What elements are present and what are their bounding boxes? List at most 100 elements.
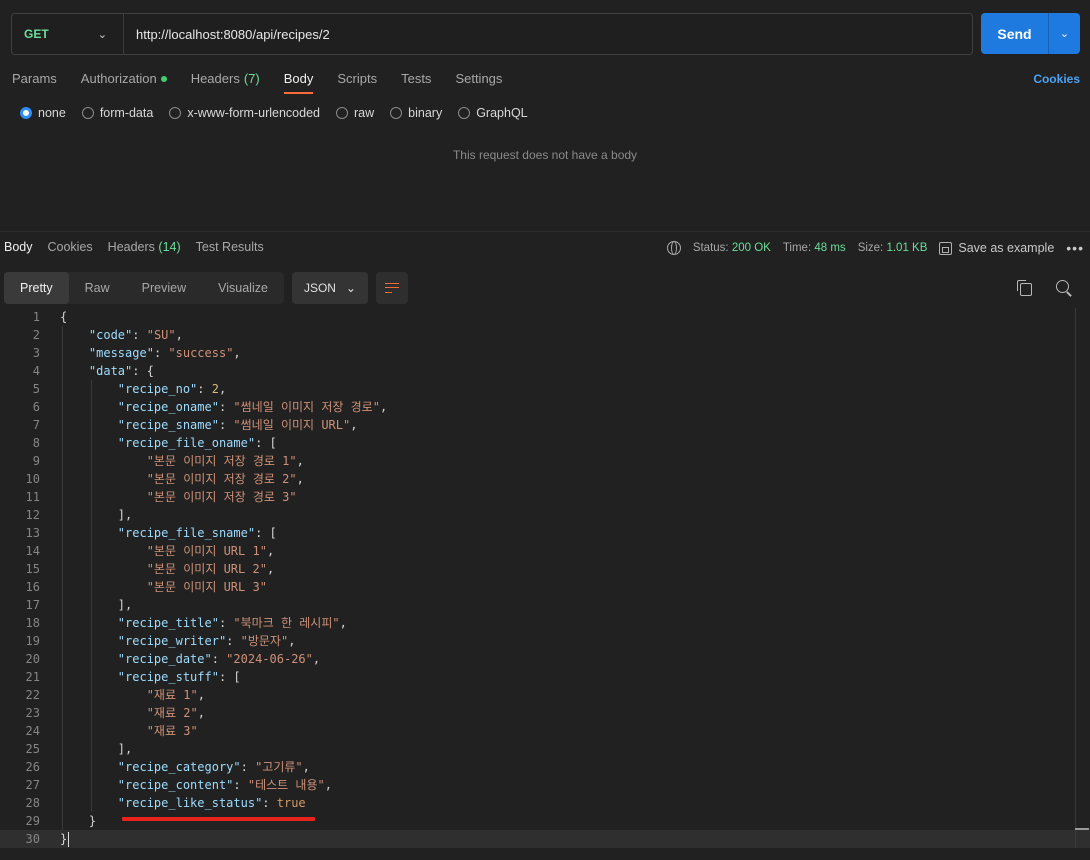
line-number: 8	[32, 436, 40, 450]
send-options-button[interactable]: ⌄	[1048, 13, 1080, 54]
response-tab-body[interactable]: Body	[4, 240, 33, 254]
tab-body[interactable]: Body	[283, 62, 314, 94]
tab-label: Authorization	[80, 71, 157, 86]
radio-label: x-www-form-urlencoded	[187, 106, 320, 120]
status-info[interactable]: Status: 200 OK	[693, 242, 771, 254]
code-line: 21 "recipe_stuff": [	[0, 668, 1090, 686]
line-number: 3	[32, 346, 40, 360]
tab-label: Tests	[401, 71, 432, 86]
line-number: 6	[32, 400, 40, 414]
code-text: "재료 1",	[146, 688, 205, 702]
body-type-radio-group: none form-data x-www-form-urlencoded raw…	[20, 106, 528, 120]
code-line: 18 "recipe_title": "북마크 한 레시피",	[0, 614, 1090, 632]
cookies-link[interactable]: Cookies	[1033, 62, 1080, 86]
code-line: 24 "재료 3"	[0, 722, 1090, 740]
wrap-lines-button[interactable]	[375, 272, 408, 304]
code-text: "재료 2",	[146, 706, 205, 720]
response-tab-cookies[interactable]: Cookies	[48, 240, 93, 254]
pane-divider[interactable]	[0, 231, 1090, 232]
radio-selected-icon	[20, 107, 32, 119]
wrap-icon	[384, 282, 399, 294]
search-icon[interactable]	[1056, 280, 1072, 296]
radio-label: form-data	[99, 106, 154, 120]
send-button[interactable]: Send	[981, 13, 1048, 54]
copy-icon[interactable]	[1017, 280, 1032, 296]
tab-tests[interactable]: Tests	[401, 62, 431, 94]
radio-icon	[169, 107, 182, 119]
more-icon[interactable]: •••	[1066, 240, 1084, 256]
radio-none[interactable]: none	[20, 106, 66, 120]
code-text: ],	[117, 508, 133, 522]
code-text: "recipe_no": 2,	[117, 382, 227, 396]
save-as-example-button[interactable]: Save as example	[939, 241, 1054, 255]
code-text: "recipe_stuff": [	[117, 670, 241, 684]
size-info[interactable]: Size: 1.01 KB	[858, 242, 928, 254]
code-line: 5 "recipe_no": 2,	[0, 380, 1090, 398]
radio-icon	[390, 107, 403, 119]
code-text: }	[60, 832, 70, 847]
code-text: "recipe_content": "테스트 내용",	[117, 778, 332, 792]
method-label: GET	[24, 27, 49, 41]
tab-label: Body	[283, 71, 314, 86]
view-preview[interactable]: Preview	[126, 272, 202, 304]
line-number: 25	[25, 742, 40, 756]
line-number: 14	[25, 544, 40, 558]
scrollbar-thumb[interactable]	[1075, 828, 1089, 830]
code-text: "본문 이미지 저장 경로 3"	[146, 490, 297, 504]
code-line: 29 }	[0, 812, 1090, 830]
tab-params[interactable]: Params	[12, 62, 57, 94]
view-pretty[interactable]: Pretty	[4, 272, 69, 304]
line-number: 22	[25, 688, 40, 702]
tab-authorization[interactable]: Authorization	[81, 62, 167, 94]
radio-binary[interactable]: binary	[390, 106, 442, 120]
code-line: 22 "재료 1",	[0, 686, 1090, 704]
view-visualize[interactable]: Visualize	[202, 272, 284, 304]
code-text: "recipe_title": "북마크 한 레시피",	[117, 616, 347, 630]
annotation-underline	[122, 817, 315, 821]
status-label: Status:	[692, 242, 729, 254]
code-text: ],	[117, 742, 133, 756]
code-text: ],	[117, 598, 133, 612]
format-select[interactable]: JSON ⌄	[291, 272, 368, 304]
tab-scripts[interactable]: Scripts	[337, 62, 377, 94]
tab-label: Scripts	[337, 71, 378, 86]
time-info[interactable]: Time: 48 ms	[783, 242, 846, 254]
radio-x-www-form-urlencoded[interactable]: x-www-form-urlencoded	[169, 106, 320, 120]
code-text: "recipe_file_oname": [	[117, 436, 277, 450]
response-tab-headers[interactable]: Headers (14)	[108, 240, 181, 254]
code-line: 26 "recipe_category": "고기류",	[0, 758, 1090, 776]
line-number: 5	[32, 382, 40, 396]
radio-raw[interactable]: raw	[336, 106, 374, 120]
url-input[interactable]: http://localhost:8080/api/recipes/2	[124, 27, 330, 42]
code-line: 13 "recipe_file_sname": [	[0, 524, 1090, 542]
line-number: 20	[25, 652, 40, 666]
radio-label: GraphQL	[476, 106, 528, 120]
status-dot-icon	[160, 76, 167, 82]
response-view-toolbar: Pretty Raw Preview Visualize JSON ⌄	[4, 272, 408, 304]
response-code-viewer[interactable]: 1{2 "code": "SU", 3 "message": "success",…	[0, 308, 1090, 848]
code-text: "recipe_oname": "썸네일 이미지 저장 경로",	[117, 400, 388, 414]
globe-icon[interactable]	[666, 241, 681, 255]
code-text: "본문 이미지 URL 3"	[146, 580, 267, 594]
scrollbar[interactable]	[1075, 308, 1076, 848]
radio-graphql[interactable]: GraphQL	[458, 106, 528, 120]
request-url-bar: GET ⌄ http://localhost:8080/api/recipes/…	[11, 13, 1080, 55]
code-line: 6 "recipe_oname": "썸네일 이미지 저장 경로",	[0, 398, 1090, 416]
code-line: 4 "data": {	[0, 362, 1090, 380]
method-select[interactable]: GET ⌄	[12, 14, 124, 54]
line-number: 1	[32, 310, 40, 324]
code-line: 23 "재료 2",	[0, 704, 1090, 722]
code-text: "본문 이미지 저장 경로 1",	[146, 454, 304, 468]
tab-label: Params	[12, 71, 57, 86]
radio-form-data[interactable]: form-data	[81, 106, 154, 120]
line-number: 16	[25, 580, 40, 594]
code-line: 1{	[0, 308, 1090, 326]
tab-headers[interactable]: Headers (7)	[191, 62, 260, 94]
tab-settings[interactable]: Settings	[455, 62, 502, 94]
response-tab-test-results[interactable]: Test Results	[196, 240, 264, 254]
line-number: 18	[25, 616, 40, 630]
code-text: "본문 이미지 URL 2",	[146, 562, 275, 576]
line-number: 15	[25, 562, 40, 576]
code-line: 17 ],	[0, 596, 1090, 614]
view-raw[interactable]: Raw	[69, 272, 126, 304]
